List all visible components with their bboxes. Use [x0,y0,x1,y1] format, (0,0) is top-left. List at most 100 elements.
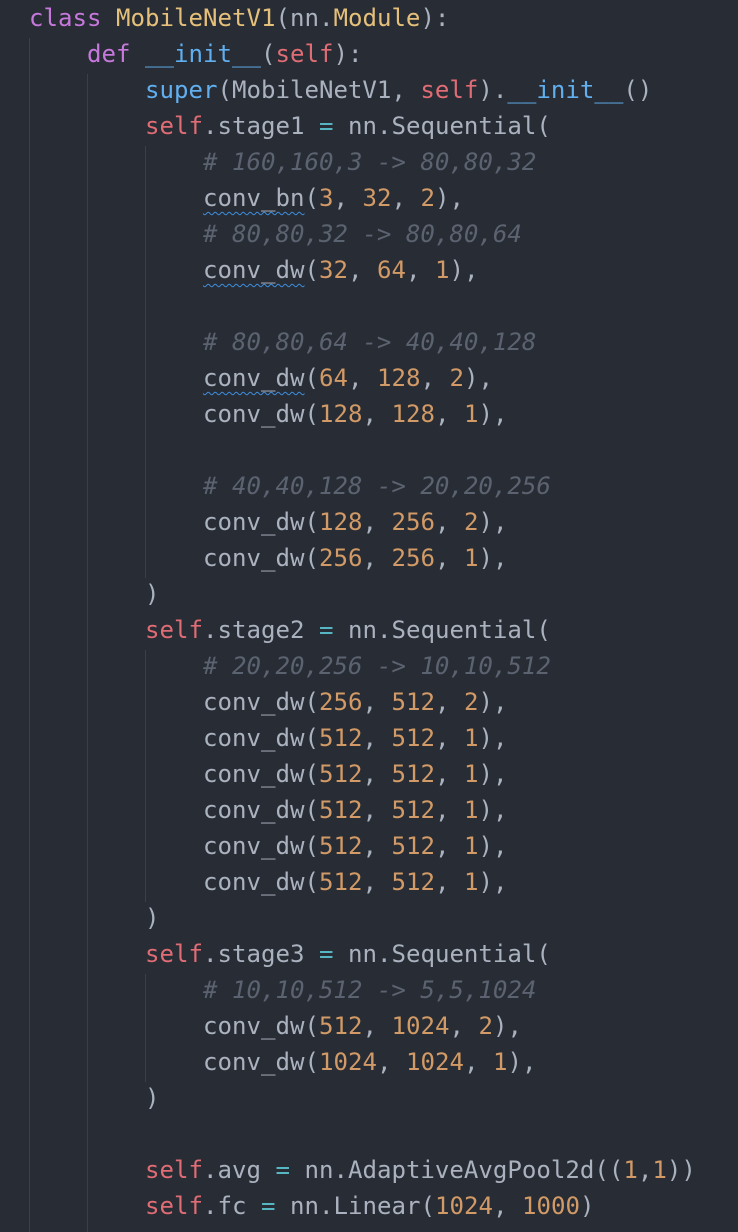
code-line[interactable]: class MobileNetV1(nn.Module): [29,0,449,36]
code-token: ), [463,364,493,392]
code-line[interactable]: # 10,10,512 -> 5,5,1024 [29,972,536,1008]
code-token: , [434,508,464,536]
code-line[interactable]: self.stage3 = nn.Sequential( [29,936,551,972]
code-line[interactable]: super(MobileNetV1, self).__init__() [29,72,652,108]
code-token: , [434,724,464,752]
code-token: self [144,940,203,968]
code-line[interactable]: def __init__(self): [29,36,362,72]
code-line[interactable]: conv_dw(512, 512, 1), [29,720,507,756]
code-line[interactable]: conv_dw(64, 128, 2), [29,360,493,396]
code-token: 256 [391,508,435,536]
code-token: , [434,796,464,824]
code-token: = [318,616,334,644]
code-line[interactable]: self.fc = nn.Linear(1024, 1000) [29,1188,594,1224]
code-line[interactable]: conv_dw(256, 256, 1), [29,540,507,576]
code-editor[interactable]: class MobileNetV1(nn.Module): def __init… [0,0,738,1232]
code-line[interactable]: ) [29,1080,160,1116]
code-token: ), [449,256,479,284]
code-line[interactable]: conv_dw(128, 256, 2), [29,504,507,540]
code-token: self [144,616,203,644]
code-token: 1 [463,760,479,788]
code-token: self [144,112,203,140]
code-token: conv_dw( [202,832,319,860]
code-token: nn.AdaptiveAvgPool2d(( [289,1156,624,1184]
code-token: , [434,832,464,860]
code-token: conv_bn [202,184,305,212]
code-token: ): [333,40,363,68]
code-token: self [144,1156,203,1184]
code-comment: # 80,80,64 -> 40,40,128 [202,328,537,356]
code-token: .stage3 [202,940,319,968]
code-line[interactable]: conv_dw(512, 512, 1), [29,864,507,900]
code-token: = [318,940,334,968]
code-token: 1024 [318,1048,377,1076]
code-token: 256 [391,544,435,572]
code-line[interactable]: conv_dw(512, 512, 1), [29,792,507,828]
code-token: __init__ [145,40,261,68]
code-token: ), [478,400,508,428]
code-token: Module [333,4,421,32]
code-token: 1024 [391,1012,450,1040]
code-line[interactable]: # 80,80,64 -> 40,40,128 [29,324,536,360]
code-token: .fc [202,1192,261,1220]
code-token: ( [304,364,319,392]
code-line[interactable]: # 160,160,3 -> 80,80,32 [29,144,536,180]
code-token: = [260,1192,276,1220]
code-line[interactable]: # 40,40,128 -> 20,20,256 [29,468,551,504]
code-token: self [275,40,334,68]
code-comment: # 160,160,3 -> 80,80,32 [202,148,537,176]
code-token: , [347,364,377,392]
code-token: 1024 [405,1048,464,1076]
code-token: nn.Sequential( [333,616,551,644]
code-line[interactable]: ) [29,900,160,936]
code-token: 512 [318,796,363,824]
code-line[interactable]: self.avg = nn.AdaptiveAvgPool2d((1,1)) [29,1152,696,1188]
code-line[interactable]: # 20,20,256 -> 10,10,512 [29,648,551,684]
code-line[interactable]: # 80,80,32 -> 80,80,64 [29,216,522,252]
code-line[interactable]: ) [29,576,160,612]
code-token: .avg [202,1156,276,1184]
code-token: )) [666,1156,696,1184]
code-token: 1 [623,1156,638,1184]
code-token: , [434,400,464,428]
code-line[interactable]: conv_dw(512, 512, 1), [29,756,507,792]
code-line[interactable]: conv_dw(128, 128, 1), [29,396,507,432]
code-token: def [87,40,131,68]
code-line[interactable]: conv_dw(32, 64, 1), [29,252,478,288]
code-token: ). [478,76,508,104]
code-token: ( [304,256,319,284]
code-token: ), [507,1048,537,1076]
code-token: , [434,868,464,896]
code-token: (nn. [275,4,334,32]
code-line[interactable]: self.stage1 = nn.Sequential( [29,108,551,144]
code-line[interactable]: conv_dw(512, 512, 1), [29,828,507,864]
code-token: , [362,508,392,536]
code-line[interactable]: conv_dw(256, 512, 2), [29,684,507,720]
code-token: 512 [318,724,363,752]
code-line[interactable]: self.stage2 = nn.Sequential( [29,612,551,648]
code-token: , [434,688,464,716]
code-token: (MobileNetV1, [217,76,421,104]
code-line[interactable]: conv_bn(3, 32, 2), [29,180,464,216]
code-token: , [391,184,421,212]
code-token: conv_dw( [202,1048,319,1076]
code-token: conv_dw [202,364,305,392]
code-line[interactable]: conv_dw(1024, 1024, 1), [29,1044,536,1080]
code-token: 64 [318,364,348,392]
code-token: 128 [318,400,363,428]
code-line[interactable]: conv_dw(512, 1024, 2), [29,1008,522,1044]
code-token: 32 [318,256,348,284]
code-comment: # 20,20,256 -> 10,10,512 [202,652,551,680]
code-token: nn.Sequential( [333,112,551,140]
code-token: 512 [391,760,435,788]
code-token: () [623,76,653,104]
